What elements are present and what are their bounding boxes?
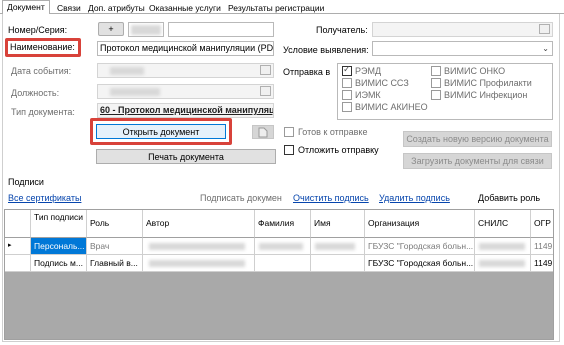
series-field[interactable] — [128, 22, 164, 37]
column-header-signature-type[interactable]: Тип подписи — [31, 210, 87, 238]
table-cell-organization[interactable]: ГБУЗС "Городская больн... — [365, 238, 475, 255]
send-vimis-prof-label: ВИМИС Профилакти — [444, 78, 532, 88]
send-remd-checkbox[interactable] — [342, 64, 352, 76]
all-certificates-link[interactable]: Все сертификаты — [8, 193, 81, 203]
signatures-title: Подписи — [8, 177, 44, 187]
ready-to-send-checkbox[interactable] — [284, 127, 294, 137]
table-cell-surname[interactable] — [255, 238, 311, 255]
table-cell-first-name[interactable] — [311, 255, 365, 272]
postpone-send-checkbox[interactable] — [284, 145, 294, 155]
add-number-button[interactable]: + — [98, 22, 124, 36]
label-number-series: Номер/Серия: — [8, 25, 68, 35]
label-document-type: Тип документа: — [11, 107, 75, 117]
send-vimis-infect-checkbox[interactable] — [431, 90, 441, 100]
row-selector-icon[interactable]: ▸ — [5, 238, 31, 255]
lookup-icon[interactable] — [260, 86, 271, 96]
calendar-icon[interactable] — [260, 65, 271, 75]
table-cell-surname[interactable] — [255, 255, 311, 272]
send-vimis-prof-checkbox[interactable] — [431, 78, 441, 88]
table-cell-ogrn[interactable]: 1149... — [531, 238, 553, 255]
label-event-date: Дата события: — [11, 66, 72, 76]
print-document-button[interactable]: Печать документа — [96, 149, 276, 164]
chevron-down-icon[interactable]: ⌄ — [542, 43, 549, 55]
send-vimis-onko-checkbox[interactable] — [431, 66, 441, 76]
tab-document[interactable]: Документ — [2, 0, 50, 15]
tab-registration-results[interactable]: Результаты регистрации — [223, 1, 329, 14]
column-header-snils[interactable]: СНИЛС — [475, 210, 531, 238]
sign-document-button[interactable]: Подписать докумен — [200, 193, 282, 203]
label-name: Наименование: — [10, 42, 75, 52]
signatures-table: Тип подписи Роль Автор Фамилия Имя Орган… — [4, 209, 554, 340]
table-cell-organization[interactable]: ГБУЗС "Городская больн... — [365, 255, 475, 272]
send-iemk-checkbox[interactable] — [342, 90, 352, 100]
open-document-button[interactable]: Открыть документ — [96, 124, 226, 139]
send-vimis-akineo-checkbox[interactable] — [342, 102, 352, 112]
document-type-field[interactable]: 60 - Протокол медицинской манипуляц — [97, 103, 274, 118]
detection-condition-select[interactable]: ⌄ — [372, 41, 553, 56]
table-cell-signature-type[interactable]: Персональ... — [31, 238, 87, 255]
label-recipient: Получатель: — [316, 25, 368, 35]
load-documents-button[interactable]: Загрузить документы для связи — [403, 153, 552, 169]
table-cell-role[interactable]: Главный в... — [87, 255, 143, 272]
column-header-ogrn[interactable]: ОГР — [531, 210, 553, 238]
number-field[interactable] — [168, 22, 274, 37]
add-role-button[interactable]: Добавить роль — [478, 193, 540, 203]
column-header-organization[interactable]: Организация — [365, 210, 475, 238]
table-cell-first-name[interactable] — [311, 238, 365, 255]
send-iemk-label: ИЭМК — [355, 90, 381, 100]
tab-bar: Документ Связи Доп. атрибуты Оказанные у… — [0, 0, 564, 15]
label-position: Должность: — [11, 88, 60, 98]
ready-to-send-label: Готов к отправке — [298, 127, 368, 137]
clear-signature-link[interactable]: Очистить подпись — [293, 193, 369, 203]
label-send-to: Отправка в — [283, 67, 331, 77]
table-cell-signature-type[interactable]: Подпись м... — [31, 255, 87, 272]
send-vimis-akineo-label: ВИМИС АКИНЕО — [355, 102, 428, 112]
create-version-button[interactable]: Создать новую версию документа — [403, 131, 552, 147]
table-cell-author[interactable] — [143, 255, 255, 272]
table-cell-snils[interactable] — [475, 238, 531, 255]
postpone-send-label: Отложить отправку — [298, 145, 379, 155]
tab-services[interactable]: Оказанные услуги — [144, 1, 226, 14]
table-cell-snils[interactable] — [475, 255, 531, 272]
column-header-surname[interactable]: Фамилия — [255, 210, 311, 238]
label-detection-condition: Условие выявления: — [283, 45, 369, 55]
table-cell-ogrn[interactable]: 1149... — [531, 255, 553, 272]
document-icon-button[interactable] — [252, 125, 274, 139]
send-vimis-ssz-checkbox[interactable] — [342, 78, 352, 88]
column-header-first-name[interactable]: Имя — [311, 210, 365, 238]
lookup-icon[interactable] — [539, 24, 550, 34]
table-cell-role[interactable]: Врач — [87, 238, 143, 255]
column-header-author[interactable]: Автор — [143, 210, 255, 238]
send-vimis-onko-label: ВИМИС ОНКО — [444, 66, 506, 76]
send-remd-label: РЭМД — [355, 66, 382, 76]
send-vimis-infect-label: ВИМИС Инфекцион — [444, 90, 528, 100]
tab-links[interactable]: Связи — [52, 1, 86, 14]
row-header-column — [5, 210, 31, 238]
column-header-role[interactable]: Роль — [87, 210, 143, 238]
tab-extra-attributes[interactable]: Доп. атрибуты — [83, 1, 150, 14]
name-field[interactable]: Протокол медицинской манипуляции (PDF-А — [97, 41, 274, 56]
table-cell-author[interactable] — [143, 238, 255, 255]
document-icon — [258, 127, 268, 138]
position-field[interactable] — [97, 84, 274, 99]
delete-signature-link[interactable]: Удалить подпись — [379, 193, 450, 203]
send-vimis-ssz-label: ВИМИС ССЗ — [355, 78, 409, 88]
event-date-field[interactable] — [97, 63, 274, 78]
recipient-field[interactable] — [372, 22, 553, 37]
row-selector[interactable] — [5, 255, 31, 272]
